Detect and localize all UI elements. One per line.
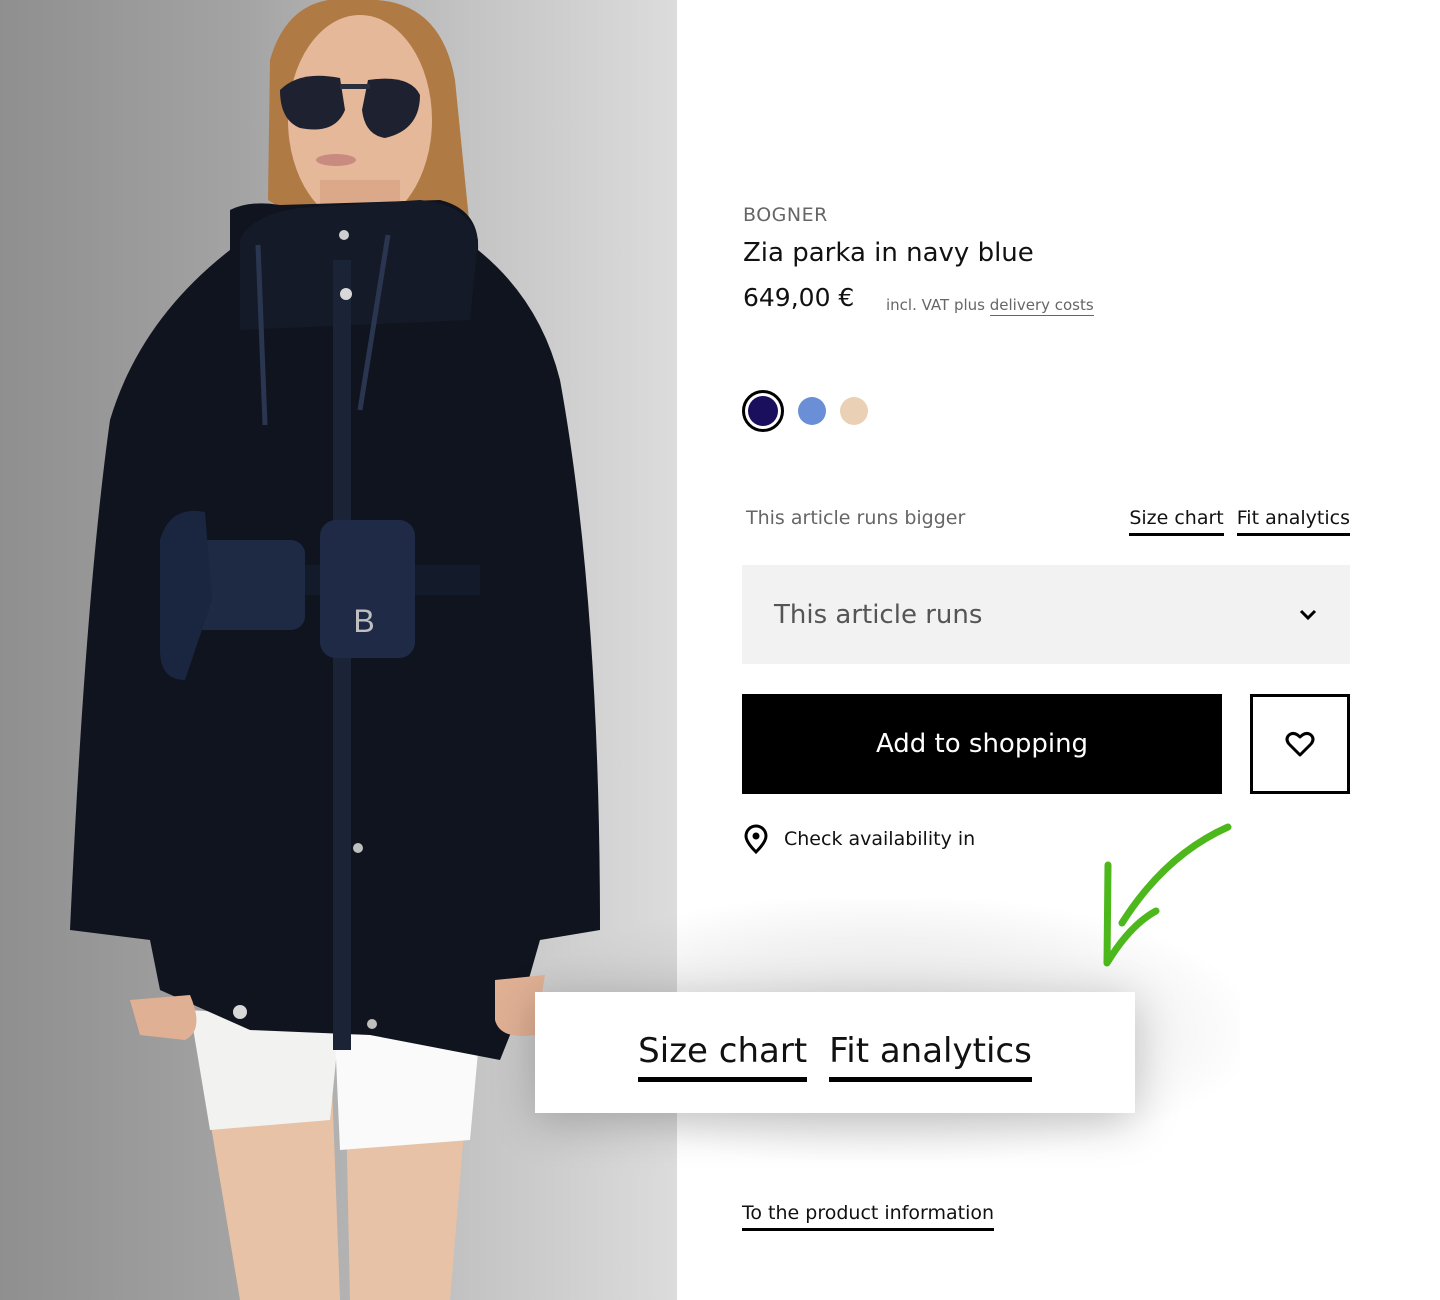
check-availability-text: Check availability in [784,828,976,850]
hood [240,200,478,330]
product-info-section: To the product information [742,1202,995,1231]
green-arrow-icon [1103,823,1232,967]
snap [233,1005,247,1019]
fit-note: This article runs bigger [746,507,966,529]
vat-text: incl. VAT plus [886,296,985,314]
product-price: 649,00 € [743,283,855,312]
brand-name: BOGNER [743,204,828,226]
vat-note: incl. VAT plus delivery costs [886,296,1094,316]
snap [353,843,363,853]
snap [367,1019,377,1029]
color-swatches [742,390,868,432]
fit-analytics-link[interactable]: Fit analytics [1236,507,1350,536]
color-swatch-light-blue[interactable] [798,397,826,425]
snap [339,230,349,240]
color-swatch-beige[interactable] [840,397,868,425]
size-chart-link[interactable]: Size chart [1129,507,1224,536]
callout-size-chart-link[interactable]: Size chart [638,1031,808,1082]
size-select[interactable]: This article runs [742,565,1350,664]
fit-info-row: This article runs bigger Size chart Fit … [746,505,1350,539]
add-to-cart-button[interactable]: Add to shopping [742,694,1222,794]
chevron-down-icon [1299,609,1317,620]
lips [316,154,356,166]
wishlist-button[interactable] [1250,694,1350,794]
bogner-b-logo: B [353,603,374,639]
left-hand [130,995,197,1040]
location-pin-icon [744,824,768,854]
product-information-link[interactable]: To the product information [742,1202,995,1231]
product-title: Zia parka in navy blue [743,238,1034,268]
heart-icon [1285,731,1315,757]
callout-fit-analytics-link[interactable]: Fit analytics [829,1031,1032,1082]
size-select-placeholder: This article runs [774,599,983,630]
snap [340,288,352,300]
fit-links: Size chart Fit analytics [1129,507,1350,536]
check-availability-link[interactable]: Check availability in [742,824,975,854]
fit-links-callout: Size chart Fit analytics [535,992,1135,1113]
color-swatch-navy[interactable] [742,390,784,432]
delivery-costs-link[interactable]: delivery costs [989,296,1094,316]
